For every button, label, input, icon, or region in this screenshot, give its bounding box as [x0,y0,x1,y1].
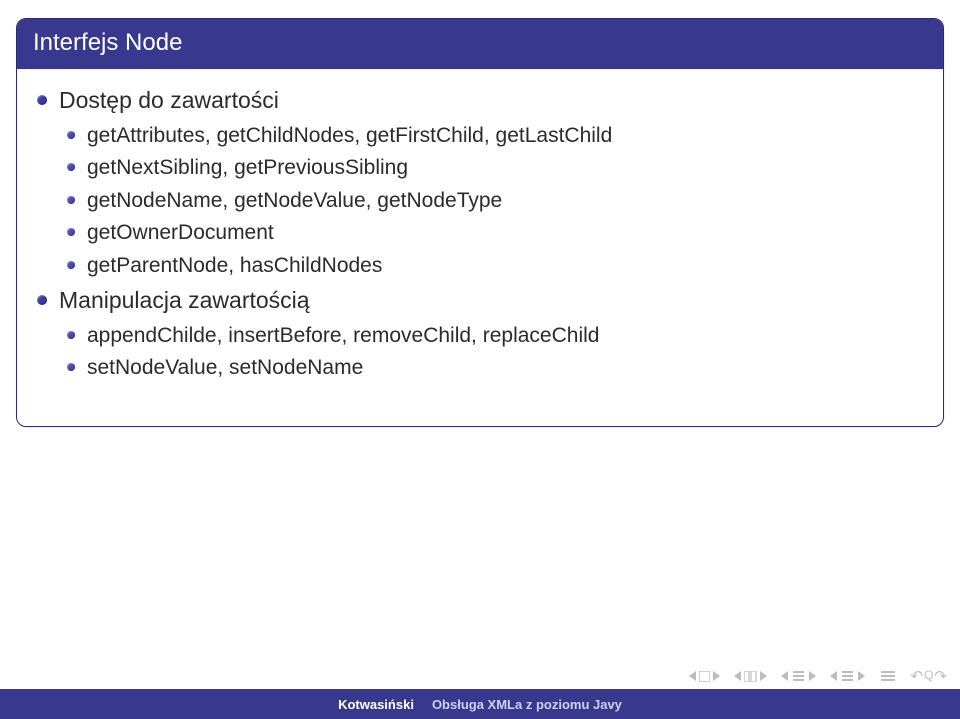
section-list: Dostęp do zawartości getAttributes, getC… [33,83,927,384]
first-icon [689,671,696,681]
list-item: appendChilde, insertBefore, removeChild,… [87,320,927,352]
section-label: Dostęp do zawartości [59,87,279,113]
item-list: getAttributes, getChildNodes, getFirstCh… [59,120,927,282]
list-item: getNextSibling, getPreviousSibling [87,152,927,184]
content-block: Interfejs Node Dostęp do zawartości getA… [16,18,944,427]
footer-author: Kotwasiński [338,697,414,712]
next-icon [809,671,816,681]
nav-lines-1[interactable] [781,671,816,681]
menu-icon[interactable] [881,671,895,681]
next-icon [713,671,720,681]
nav-lines-2[interactable] [830,671,865,681]
nav-section[interactable] [734,671,767,682]
list-item: getAttributes, getChildNodes, getFirstCh… [87,120,927,152]
list-item: getParentNode, hasChildNodes [87,250,927,282]
list-item: getNodeName, getNodeValue, getNodeType [87,185,927,217]
undo-redo[interactable]: ↶ Q ↷ [911,667,947,685]
list-item: getOwnerDocument [87,217,927,249]
section-item: Dostęp do zawartości getAttributes, getC… [59,83,927,281]
lines-icon [842,671,853,681]
prev-icon [830,671,837,681]
slide: Interfejs Node Dostęp do zawartości getA… [0,0,960,719]
nav-first-prev[interactable] [689,671,720,682]
item-list: appendChilde, insertBefore, removeChild,… [59,320,927,384]
footer-bar: Kotwasiński Obsługa XMLa z poziomu Javy [0,689,960,719]
prev-section-icon [734,671,741,681]
section-label: Manipulacja zawartością [59,287,310,313]
redo-icon: ↷ [934,667,946,685]
nav-controls: ↶ Q ↷ [689,667,947,685]
block-title: Interfejs Node [17,19,943,69]
block-body: Dostęp do zawartości getAttributes, getC… [17,69,943,426]
undo-icon: ↶ [911,667,923,685]
section-item: Manipulacja zawartością appendChilde, in… [59,283,927,384]
prev-icon [781,671,788,681]
footer-title: Obsługa XMLa z poziomu Javy [432,697,622,712]
list-item: setNodeValue, setNodeName [87,352,927,384]
search-icon: Q [924,668,932,686]
lines-icon [793,671,804,681]
page-icon [699,671,710,682]
next-icon [858,671,865,681]
sections-icon [744,671,757,682]
next-section-icon [760,671,767,681]
